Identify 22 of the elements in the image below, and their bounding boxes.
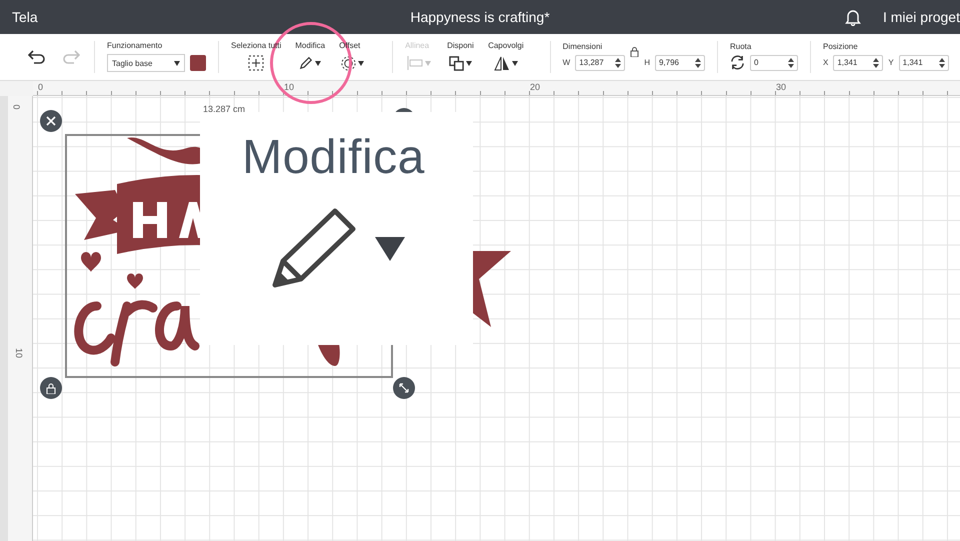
field-label: X	[822, 58, 828, 67]
group-label: Capovolgi	[488, 41, 524, 50]
width-label: 13,287 cm	[203, 104, 246, 114]
zoomed-label: Modifica	[242, 130, 425, 185]
field-label: Y	[888, 58, 894, 67]
group-label: Ruota	[730, 42, 752, 50]
ruler-number: 30	[776, 82, 786, 92]
section-title: Tela	[12, 9, 38, 25]
field-label: W	[562, 58, 570, 67]
ruler-number: 10	[284, 82, 294, 92]
field-label: H	[644, 58, 650, 67]
ruler-number: 0	[12, 104, 22, 110]
ruler-number: 10	[14, 348, 24, 358]
group-label: Allinea	[405, 41, 430, 50]
project-title: Happyness is crafting*	[410, 9, 550, 25]
group-label: Disponi	[447, 41, 474, 50]
ruler-number: 20	[530, 82, 540, 92]
ruler-number: 0	[38, 82, 44, 92]
group-label: Funzionamento	[107, 41, 164, 50]
group-label: Modifica	[295, 41, 326, 50]
group-label: Posizione	[822, 42, 859, 50]
group-label: Dimensioni	[562, 42, 604, 50]
